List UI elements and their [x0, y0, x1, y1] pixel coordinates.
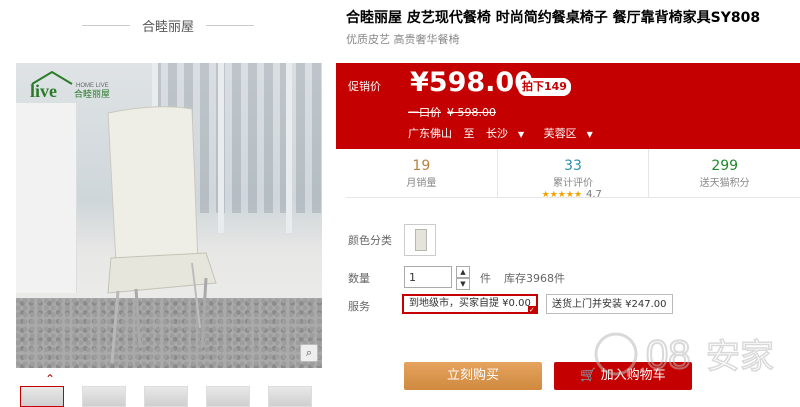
ship-from: 广东佛山: [408, 127, 452, 140]
ship-to-word: 至: [463, 127, 475, 140]
svg-text:HOME LIVE: HOME LIVE: [76, 83, 109, 89]
ship-district-select[interactable]: 芙蓉区 ▼: [544, 127, 601, 140]
quantity-input[interactable]: 1: [404, 266, 452, 288]
brand-logo: live HOME LIVE 合睦丽屋: [28, 70, 138, 101]
stock-count: 库存3968件: [504, 272, 565, 285]
stat-reviews[interactable]: 33 累计评价 ★★★★★ 4.7: [496, 149, 649, 200]
thumbnail[interactable]: [20, 386, 64, 407]
svg-text:合睦丽屋: 合睦丽屋: [74, 88, 110, 100]
decrease-icon[interactable]: ▼: [456, 278, 470, 290]
stat-points: 299 送天猫积分: [648, 149, 800, 197]
thumbnail[interactable]: [206, 386, 250, 407]
caret-down-icon: ▼: [518, 130, 525, 139]
shop-name[interactable]: 合睦丽屋: [0, 0, 336, 50]
service-option-pickup[interactable]: 到地级市，买家自提 ¥0.00: [402, 294, 538, 314]
chair-illustration: [107, 106, 217, 364]
shipping-info: 广东佛山 至 长沙 ▼ 芙蓉区 ▼: [408, 125, 609, 141]
original-price: 一口价 ¥ 598.00: [408, 106, 496, 119]
quantity-stepper[interactable]: ▲ ▼: [456, 266, 470, 290]
svg-text:安家: 安家: [706, 337, 774, 377]
product-title: 合睦丽屋 皮艺现代餐椅 时尚简约餐桌椅子 餐厅靠背椅家具SY808: [346, 10, 761, 26]
thumbnail[interactable]: [268, 386, 312, 407]
service-label: 服务: [348, 300, 370, 313]
caret-down-icon: ▼: [586, 130, 593, 139]
stats-bar: 19 月销量 33 累计评价 ★★★★★ 4.7 299 送天猫积分: [346, 149, 800, 200]
price-label: 促销价: [348, 80, 381, 93]
star-rating: ★★★★★ 4.7: [541, 189, 602, 200]
thumbnail-strip: [20, 386, 312, 407]
product-subtitle: 优质皮艺 高贵奢华餐椅: [346, 33, 460, 46]
watermark-text: 08: [646, 333, 691, 377]
thumbnail[interactable]: [144, 386, 188, 407]
quantity-label: 数量: [348, 272, 370, 285]
watermark-logo: 08 安家: [594, 332, 775, 378]
color-option[interactable]: [404, 224, 436, 256]
increase-icon[interactable]: ▲: [456, 266, 470, 278]
thumbnail[interactable]: [82, 386, 126, 407]
color-label: 颜色分类: [348, 234, 392, 247]
gallery-panel: 合睦丽屋 live HOME LIVE 合睦丽屋 ⌕ ⌃: [0, 0, 336, 407]
promo-price: ¥598.00: [410, 67, 533, 98]
unit-label: 件: [480, 272, 491, 285]
chair-thumb-icon: [415, 229, 427, 251]
magnifier-icon[interactable]: ⌕: [300, 344, 318, 362]
service-option-install[interactable]: 送货上门并安装 ¥247.00: [546, 294, 673, 314]
price-panel: 促销价 ¥598.00 拍下149 一口价 ¥ 598.00 广东佛山 至 长沙 ▼…: [336, 63, 800, 149]
chevron-up-icon[interactable]: ⌃: [45, 372, 55, 386]
buy-now-button[interactable]: 立刻购买: [404, 362, 542, 390]
ship-city-select[interactable]: 长沙 ▼: [486, 127, 532, 140]
stat-monthly-sales: 19 月销量: [406, 158, 437, 189]
main-product-image[interactable]: live HOME LIVE 合睦丽屋 ⌕: [16, 63, 322, 368]
discount-badge: 拍下149: [518, 78, 571, 96]
logo-live-text: live: [30, 81, 57, 100]
